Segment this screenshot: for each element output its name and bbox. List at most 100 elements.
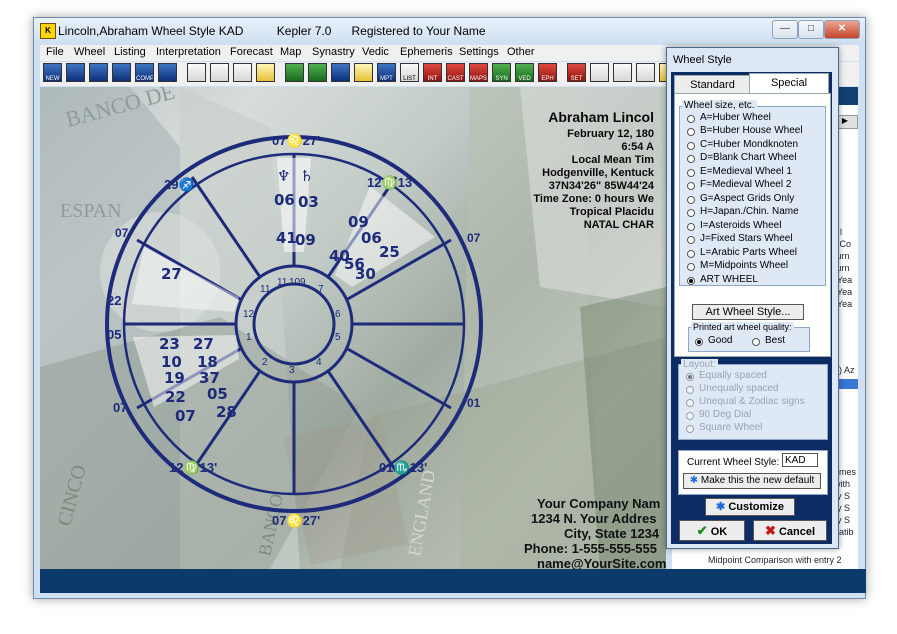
make-default-button[interactable]: ✱ Make this the new default xyxy=(683,473,821,489)
radio-huber-wheel[interactable] xyxy=(687,115,695,123)
house-number-12: 12 xyxy=(243,309,255,320)
option-label: Good xyxy=(708,335,733,346)
wheel-button-4[interactable] xyxy=(354,63,373,82)
ephemeris-button[interactable]: EPH xyxy=(538,63,557,82)
ok-button[interactable]: ✔ OK xyxy=(679,520,745,541)
radio-art-wheel[interactable] xyxy=(687,277,695,285)
toolbar-button-6[interactable] xyxy=(158,63,177,82)
radio-quality-best[interactable] xyxy=(752,338,760,346)
option-label: M=Midpoints Wheel xyxy=(700,260,789,271)
new-chart-button[interactable]: NEW xyxy=(43,63,62,82)
close-button[interactable]: ✕ xyxy=(824,20,860,39)
print-icon[interactable] xyxy=(233,63,252,82)
radio-equally-spaced[interactable] xyxy=(686,373,694,381)
radio-unequally-spaced[interactable] xyxy=(686,386,694,394)
make-default-label: Make this the new default xyxy=(700,475,815,486)
compare-button[interactable]: COMP xyxy=(135,63,154,82)
radio-asteroids-wheel[interactable] xyxy=(687,223,695,231)
cusp-label-upper-right: 12♍13' xyxy=(367,175,415,190)
checkmark-icon: ✔ xyxy=(696,523,708,538)
menu-synastry[interactable]: Synastry xyxy=(312,46,355,58)
cusp-label-left-07b: 07 xyxy=(115,226,129,240)
radio-medieval-wheel-2[interactable] xyxy=(687,182,695,190)
option-label: L=Arabic Parts Wheel xyxy=(700,247,797,258)
menu-settings[interactable]: Settings xyxy=(459,46,499,58)
menu-interpretation[interactable]: Interpretation xyxy=(156,46,221,58)
menu-map[interactable]: Map xyxy=(280,46,301,58)
title-bar[interactable]: K Lincoln,Abraham Wheel Style KAD Kepler… xyxy=(34,18,865,44)
midpoint-button[interactable]: MPT xyxy=(377,63,396,82)
dialog-title: Wheel Style xyxy=(673,54,732,66)
email-icon[interactable] xyxy=(256,63,275,82)
radio-medieval-wheel-1[interactable] xyxy=(687,169,695,177)
current-style-field[interactable]: KAD xyxy=(782,453,818,467)
maps-button[interactable]: MAPS xyxy=(469,63,488,82)
clock-icon[interactable] xyxy=(590,63,609,82)
option-label: D=Blank Chart Wheel xyxy=(700,152,797,163)
tab-special[interactable]: Special xyxy=(749,73,829,94)
cancel-label: Cancel xyxy=(778,526,816,538)
vedic-button[interactable]: VED xyxy=(515,63,534,82)
synastry-button[interactable]: SYN xyxy=(492,63,511,82)
radio-midpoints-wheel[interactable] xyxy=(687,263,695,271)
house-number-9: 9 xyxy=(300,277,306,288)
neptune-glyph: ♆ xyxy=(277,167,290,185)
toolbar-button-4[interactable] xyxy=(112,63,131,82)
chart-time-type: Local Mean Tim xyxy=(571,154,654,166)
toolbar-button-clock2[interactable] xyxy=(613,63,632,82)
radio-quality-good[interactable] xyxy=(695,338,703,346)
radio-90-deg-dial[interactable] xyxy=(686,412,694,420)
side-text-midpoint: Midpoint Comparison with entry 2 xyxy=(708,555,842,565)
chart-place: Hodgenville, Kentuck xyxy=(542,167,654,179)
interpretation-button[interactable]: INT xyxy=(423,63,442,82)
chart-type: NATAL CHAR xyxy=(583,219,654,231)
astrology-wheel[interactable]: 07♌27' 07♌27' 12♍13' 29♐ 12♍13' 01♏13' 2… xyxy=(99,127,483,535)
toolbar-button-2[interactable] xyxy=(66,63,85,82)
menu-file[interactable]: File xyxy=(46,46,64,58)
wheel-button-2[interactable] xyxy=(308,63,327,82)
help-icon[interactable] xyxy=(636,63,655,82)
radio-huber-mondknoten[interactable] xyxy=(687,142,695,150)
menu-ephemeris[interactable]: Ephemeris xyxy=(400,46,453,58)
wheel-button-1[interactable] xyxy=(285,63,304,82)
house-number-4: 4 xyxy=(316,357,322,368)
radio-arabic-parts-wheel[interactable] xyxy=(687,250,695,258)
radio-fixed-stars-wheel[interactable] xyxy=(687,236,695,244)
house-number-7: 7 xyxy=(318,284,324,295)
house-number-1: 1 xyxy=(246,332,252,343)
option-label: C=Huber Mondknoten xyxy=(700,139,799,150)
option-label: Best xyxy=(765,335,786,346)
menu-wheel[interactable]: Wheel xyxy=(74,46,105,58)
minimize-button[interactable]: — xyxy=(772,20,798,39)
menu-listing[interactable]: Listing xyxy=(114,46,146,58)
list-button[interactable]: LIST xyxy=(400,63,419,82)
radio-aspect-grids[interactable] xyxy=(687,196,695,204)
toolbar-button-7[interactable] xyxy=(187,63,206,82)
maximize-button[interactable]: □ xyxy=(798,20,824,39)
option-label: Square Wheel xyxy=(699,422,763,433)
radio-unequal-zodiac[interactable] xyxy=(686,399,694,407)
radio-japan-chin-name[interactable] xyxy=(687,209,695,217)
customize-button[interactable]: ✱ Customize xyxy=(705,498,795,516)
option-label: B=Huber House Wheel xyxy=(700,125,803,136)
tab-standard[interactable]: Standard xyxy=(674,75,751,95)
settings-button[interactable]: SET xyxy=(567,63,586,82)
save-icon[interactable] xyxy=(210,63,229,82)
house-number-11: 11 xyxy=(260,284,271,295)
radio-square-wheel[interactable] xyxy=(686,425,694,433)
cancel-button[interactable]: ✖ Cancel xyxy=(753,520,827,541)
menu-other[interactable]: Other xyxy=(507,46,535,58)
option-label: I=Asteroids Wheel xyxy=(700,220,782,231)
menu-forecast[interactable]: Forecast xyxy=(230,46,273,58)
radio-blank-chart-wheel[interactable] xyxy=(687,155,695,163)
menu-vedic[interactable]: Vedic xyxy=(362,46,389,58)
radio-huber-house-wheel[interactable] xyxy=(687,128,695,136)
wheel-button-3[interactable] xyxy=(331,63,350,82)
chart-house-system: Tropical Placidu xyxy=(569,206,654,218)
chart-info-block: Abraham Lincol February 12, 180 6:54 A L… xyxy=(510,109,660,231)
planet-left-22: 22 xyxy=(165,388,186,406)
art-wheel-style-button[interactable]: Art Wheel Style... xyxy=(692,304,804,320)
forecast-button[interactable]: CAST xyxy=(446,63,465,82)
option-label: Equally spaced xyxy=(699,370,767,381)
toolbar-button-3[interactable] xyxy=(89,63,108,82)
